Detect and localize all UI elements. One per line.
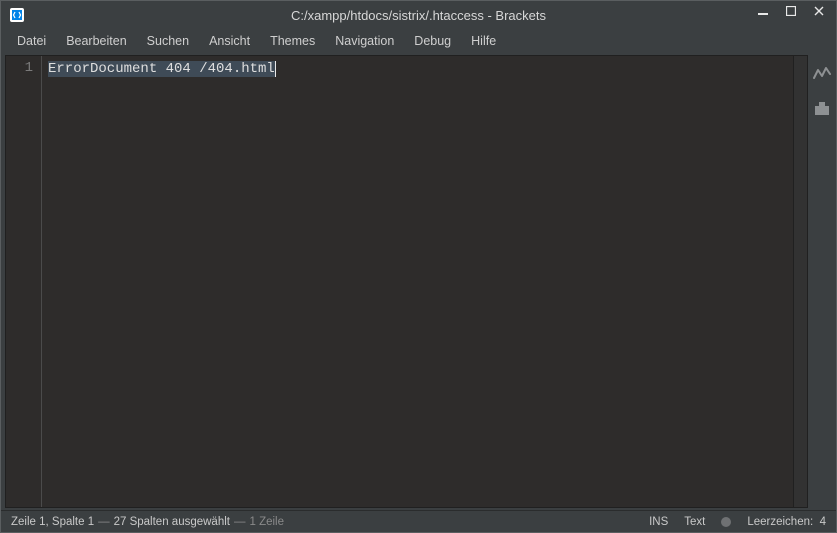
text-cursor [275, 61, 276, 77]
menu-edit[interactable]: Bearbeiten [56, 31, 136, 51]
status-language-mode[interactable]: Text [684, 516, 705, 528]
right-toolbar [808, 53, 836, 510]
editor: 1 ErrorDocument 404 /404.html [5, 55, 808, 508]
app-window: C:/xampp/htdocs/sistrix/.htaccess - Brac… [0, 0, 837, 533]
status-cursor-pos[interactable]: Zeile 1, Spalte 1 [11, 516, 94, 528]
status-line-count: 1 Zeile [249, 516, 284, 528]
statusbar: Zeile 1, Spalte 1 — 27 Spalten ausgewähl… [1, 510, 836, 532]
status-selection[interactable]: 27 Spalten ausgewählt [114, 516, 230, 528]
extension-manager-icon[interactable] [813, 99, 831, 117]
menu-view[interactable]: Ansicht [199, 31, 260, 51]
menu-navigation[interactable]: Navigation [325, 31, 404, 51]
window-title: C:/xampp/htdocs/sistrix/.htaccess - Brac… [1, 8, 836, 23]
close-button[interactable] [806, 1, 832, 21]
minimize-button[interactable] [750, 1, 776, 21]
titlebar: C:/xampp/htdocs/sistrix/.htaccess - Brac… [1, 1, 836, 29]
menubar: Datei Bearbeiten Suchen Ansicht Themes N… [1, 29, 836, 53]
menu-file[interactable]: Datei [7, 31, 56, 51]
vertical-scrollbar[interactable] [793, 56, 807, 507]
brackets-app-icon [9, 7, 25, 23]
content-area: 1 ErrorDocument 404 /404.html [1, 53, 836, 510]
status-sep-1: — [98, 516, 110, 528]
code-line[interactable]: ErrorDocument 404 /404.html [48, 60, 793, 78]
menu-themes[interactable]: Themes [260, 31, 325, 51]
live-preview-icon[interactable] [813, 65, 831, 83]
selection: ErrorDocument 404 /404.html [48, 61, 275, 77]
line-gutter: 1 [6, 56, 42, 507]
maximize-button[interactable] [778, 1, 804, 21]
status-right: INS Text Leerzeichen: 4 [649, 516, 826, 528]
status-indent-value: 4 [820, 516, 826, 528]
status-indicator-icon[interactable] [721, 517, 731, 527]
editor-body[interactable]: 1 ErrorDocument 404 /404.html [6, 56, 807, 507]
status-indent-label: Leerzeichen: [747, 516, 813, 528]
status-insert-mode[interactable]: INS [649, 516, 668, 528]
status-sep-2: — [234, 516, 246, 528]
window-controls [750, 1, 832, 21]
status-indent[interactable]: Leerzeichen: 4 [747, 516, 826, 528]
line-number: 1 [6, 60, 33, 76]
menu-search[interactable]: Suchen [137, 31, 199, 51]
status-left: Zeile 1, Spalte 1 — 27 Spalten ausgewähl… [11, 516, 649, 528]
code-area[interactable]: ErrorDocument 404 /404.html [42, 56, 793, 507]
menu-help[interactable]: Hilfe [461, 31, 506, 51]
menu-debug[interactable]: Debug [404, 31, 461, 51]
